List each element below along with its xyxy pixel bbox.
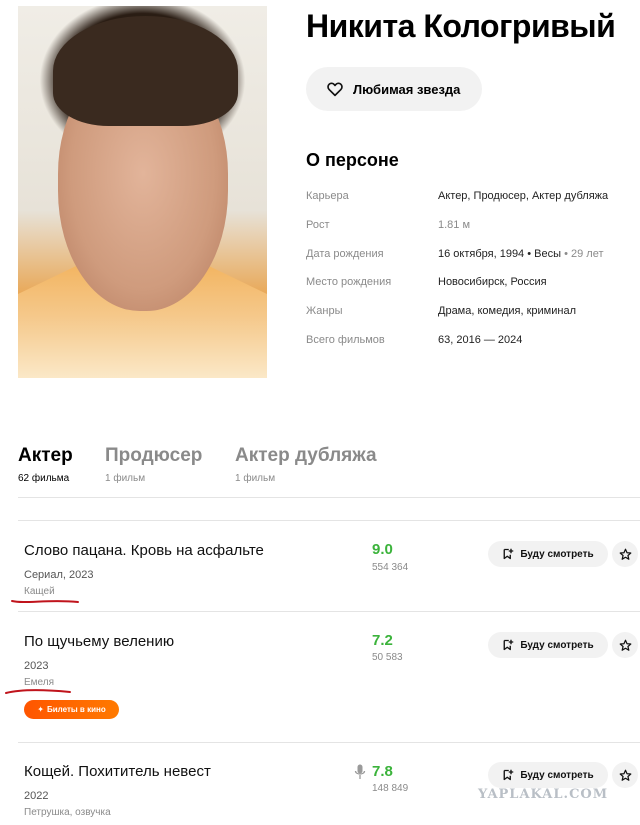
film-role: Кащей — [24, 586, 55, 597]
film-meta: Сериал, 2023 — [24, 569, 94, 581]
info-key: Дата рождения — [306, 248, 384, 260]
film-role: Емеля — [24, 677, 55, 688]
watch-later-label: Буду смотреть — [520, 548, 594, 560]
age-value: • 29 лет — [561, 248, 604, 260]
info-value[interactable]: Драма, комедия, криминал — [438, 305, 576, 317]
person-photo — [18, 6, 267, 378]
tickets-label: Билеты в кино — [46, 705, 106, 714]
divider — [18, 611, 640, 612]
tab-count: 62 фильма — [18, 473, 70, 484]
divider — [18, 520, 640, 521]
info-row-birthdate: Дата рождения 16 октября, 1994 • Весы • … — [306, 248, 626, 260]
info-key: Жанры — [306, 305, 343, 317]
bookmark-plus-icon — [503, 548, 514, 560]
red-annotation-underline — [5, 689, 71, 694]
info-value[interactable]: Актер, Продюсер, Актер дубляжа — [438, 190, 608, 202]
info-key: Место рождения — [306, 276, 392, 288]
divider — [18, 742, 640, 743]
info-key: Рост — [306, 219, 330, 231]
bookmark-plus-icon — [503, 769, 514, 781]
microphone-icon — [354, 764, 366, 779]
film-votes: 148 849 — [372, 783, 409, 794]
info-row-genres: Жанры Драма, комедия, криминал — [306, 305, 626, 317]
film-votes: 554 364 — [372, 562, 409, 573]
photo-hair — [53, 16, 238, 126]
info-key: Всего фильмов — [306, 334, 385, 346]
tab-label: Актер дубляжа — [235, 445, 377, 466]
rate-star-button[interactable] — [612, 762, 638, 788]
rate-star-button[interactable] — [612, 632, 638, 658]
favorite-star-button[interactable]: Любимая звезда — [306, 67, 482, 111]
zodiac-value[interactable]: • Весы — [524, 248, 561, 260]
watch-later-button[interactable]: Буду смотреть — [488, 541, 608, 567]
tab-actor[interactable]: Актер 62 фильма — [18, 445, 73, 484]
info-key: Карьера — [306, 190, 349, 202]
birthdate-value[interactable]: 16 октября, 1994 — [438, 248, 524, 260]
star-icon — [619, 548, 631, 560]
info-value[interactable]: Новосибирск, Россия — [438, 276, 547, 288]
info-row-birthplace: Место рождения Новосибирск, Россия — [306, 276, 626, 288]
star-icon — [619, 639, 631, 651]
watch-later-label: Буду смотреть — [520, 639, 594, 651]
film-meta: 2023 — [24, 660, 49, 672]
rate-star-button[interactable] — [612, 541, 638, 567]
film-rating: 7.8 — [372, 763, 393, 780]
tab-dubbing-actor[interactable]: Актер дубляжа 1 фильм — [235, 445, 377, 484]
watch-later-button[interactable]: Буду смотреть — [488, 762, 608, 788]
about-title: О персоне — [306, 150, 399, 170]
info-value: 1.81 м — [438, 219, 471, 231]
info-row-height: Рост 1.81 м — [306, 219, 626, 231]
person-name: Никита Кологривый — [306, 8, 616, 44]
star-icon — [619, 769, 631, 781]
info-row-total-films: Всего фильмов 63, 2016 — 2024 — [306, 334, 626, 346]
film-role: Петрушка, озвучка — [24, 807, 111, 818]
heart-icon — [327, 82, 343, 97]
watch-later-label: Буду смотреть — [520, 769, 594, 781]
favorite-star-label: Любимая звезда — [353, 81, 461, 97]
info-row-career: Карьера Актер, Продюсер, Актер дубляжа — [306, 190, 626, 202]
info-value: 16 октября, 1994 • Весы • 29 лет — [438, 248, 603, 260]
tab-count: 1 фильм — [105, 473, 146, 484]
bookmark-plus-icon — [503, 639, 514, 651]
divider — [18, 497, 640, 498]
ticket-spark-icon: ✦ — [37, 705, 44, 714]
tab-producer[interactable]: Продюсер 1 фильм — [105, 445, 202, 484]
tab-label: Актер — [18, 445, 73, 466]
tab-label: Продюсер — [105, 445, 203, 466]
film-rating: 9.0 — [372, 541, 393, 558]
site-watermark: YAPLAKAL.COM — [478, 787, 609, 802]
red-annotation-underline — [11, 600, 79, 603]
film-votes: 50 583 — [372, 652, 403, 663]
film-rating: 7.2 — [372, 632, 393, 649]
watch-later-button[interactable]: Буду смотреть — [488, 632, 608, 658]
tickets-button[interactable]: ✦ Билеты в кино — [24, 700, 119, 719]
tab-count: 1 фильм — [235, 473, 276, 484]
info-value[interactable]: 63, 2016 — 2024 — [438, 334, 522, 346]
